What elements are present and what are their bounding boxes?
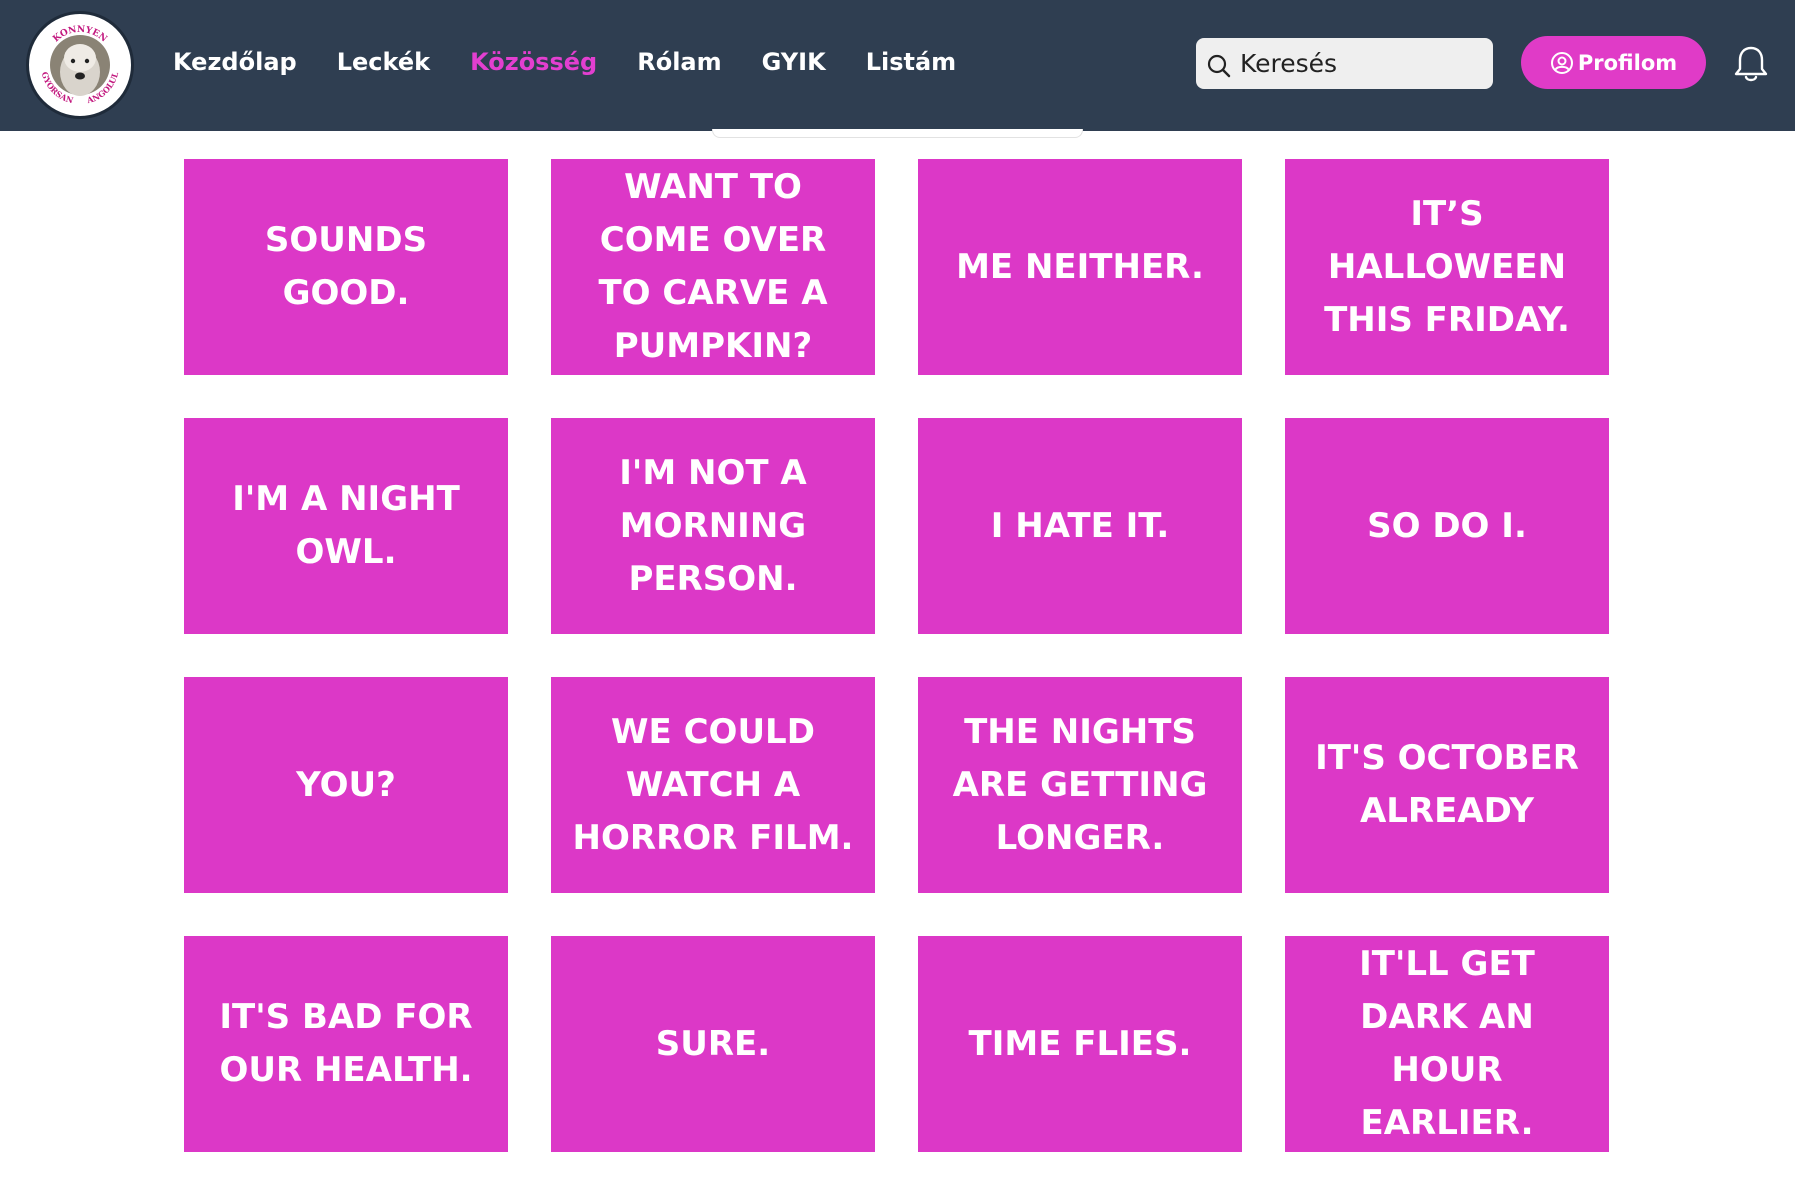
phrase-card[interactable]: WANT TO COME OVER TO CARVE A PUMPKIN? bbox=[551, 159, 875, 375]
phrase-card[interactable]: WE COULD WATCH A HORROR FILM. bbox=[551, 677, 875, 893]
main-nav: Kezdőlap Leckék Közösség Rólam GYIK List… bbox=[173, 44, 996, 80]
phrase-card[interactable]: ME NEITHER. bbox=[918, 159, 1242, 375]
phrase-card[interactable]: YOU? bbox=[184, 677, 508, 893]
nav-gyik[interactable]: GYIK bbox=[762, 44, 826, 80]
phrase-card[interactable]: SO DO I. bbox=[1285, 418, 1609, 634]
phrase-card[interactable]: IT'LL GET DARK AN HOUR EARLIER. bbox=[1285, 936, 1609, 1152]
logo-dog-icon: KONNYEN GYORSAN ANGOLUL bbox=[31, 16, 129, 114]
phrase-card[interactable]: IT’S HALLOWEEN THIS FRIDAY. bbox=[1285, 159, 1609, 375]
profile-button-label: Profilom bbox=[1577, 50, 1678, 75]
profile-button[interactable]: Profilom bbox=[1521, 36, 1706, 89]
phrase-card[interactable]: I HATE IT. bbox=[918, 418, 1242, 634]
phrase-card[interactable]: IT'S OCTOBER ALREADY bbox=[1285, 677, 1609, 893]
dropdown-tab-edge bbox=[712, 129, 1083, 138]
top-navbar: KONNYEN GYORSAN ANGOLUL Kezdőlap Leckék … bbox=[0, 0, 1795, 131]
search-icon bbox=[1207, 54, 1231, 77]
phrase-card[interactable]: SOUNDS GOOD. bbox=[184, 159, 508, 375]
phrase-card-grid: SOUNDS GOOD. WANT TO COME OVER TO CARVE … bbox=[184, 159, 1609, 1152]
nav-listam[interactable]: Listám bbox=[866, 44, 956, 80]
phrase-card[interactable]: IT'S BAD FOR OUR HEALTH. bbox=[184, 936, 508, 1152]
nav-kezdolap[interactable]: Kezdőlap bbox=[173, 44, 297, 80]
nav-rolam[interactable]: Rólam bbox=[637, 44, 721, 80]
nav-leckek[interactable]: Leckék bbox=[337, 44, 430, 80]
phrase-card[interactable]: THE NIGHTS ARE GETTING LONGER. bbox=[918, 677, 1242, 893]
user-circle-icon bbox=[1550, 51, 1573, 74]
phrase-card[interactable]: TIME FLIES. bbox=[918, 936, 1242, 1152]
phrase-card[interactable]: SURE. bbox=[551, 936, 875, 1152]
phrase-card[interactable]: I'M NOT A MORNING PERSON. bbox=[551, 418, 875, 634]
bell-icon[interactable] bbox=[1733, 44, 1769, 84]
search-box[interactable] bbox=[1196, 38, 1493, 89]
search-input[interactable] bbox=[1238, 48, 1482, 79]
site-logo[interactable]: KONNYEN GYORSAN ANGOLUL bbox=[26, 11, 134, 119]
phrase-card[interactable]: I'M A NIGHT OWL. bbox=[184, 418, 508, 634]
nav-kozosseg[interactable]: Közösség bbox=[470, 44, 597, 80]
